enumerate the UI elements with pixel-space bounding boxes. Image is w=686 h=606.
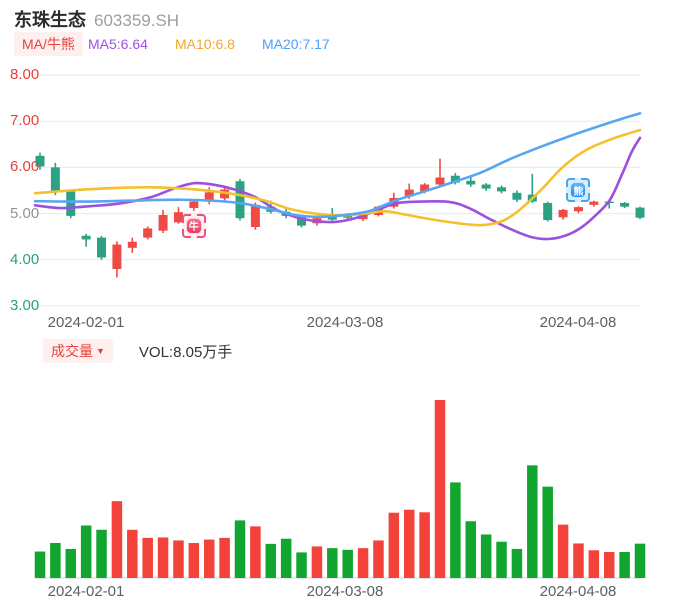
candle-body bbox=[158, 214, 168, 231]
ma-legend-row: MA/牛熊 bbox=[14, 32, 83, 56]
price-gridlines bbox=[35, 74, 640, 307]
volume-dropdown-chip[interactable]: 成交量 ▼ bbox=[43, 339, 113, 363]
price-x-axis-label: 2024-03-08 bbox=[306, 314, 384, 331]
volume-bar bbox=[327, 548, 338, 578]
volume-series bbox=[34, 400, 646, 578]
volume-bar bbox=[311, 546, 323, 578]
ma20-legend-value: MA20:7.17 bbox=[262, 36, 330, 52]
candle-body bbox=[50, 167, 60, 193]
title-row: 东珠生态 603359.SH bbox=[14, 6, 179, 32]
volume-bar bbox=[465, 521, 477, 578]
volume-bar bbox=[450, 482, 461, 578]
price-x-axis-label: 2024-02-01 bbox=[47, 314, 125, 331]
candle-body bbox=[127, 241, 137, 248]
volume-bar bbox=[157, 537, 169, 578]
y-axis-tick: 7.00 bbox=[10, 112, 40, 130]
volume-bar bbox=[96, 529, 107, 578]
volume-bar bbox=[80, 525, 92, 578]
candle-body bbox=[635, 207, 645, 218]
volume-bar bbox=[127, 529, 138, 578]
ma20-line bbox=[33, 112, 642, 219]
volume-bar bbox=[480, 534, 492, 578]
candle-body bbox=[558, 209, 568, 218]
bull-icon: 牛 bbox=[185, 217, 202, 234]
candle-body bbox=[466, 180, 476, 185]
ma-bullbear-chip[interactable]: MA/牛熊 bbox=[14, 32, 83, 56]
volume-bar bbox=[496, 541, 507, 578]
volume-bar bbox=[250, 526, 261, 578]
volume-bar bbox=[219, 537, 230, 578]
volume-bar bbox=[373, 540, 384, 578]
volume-bar bbox=[280, 538, 292, 578]
volume-bar bbox=[188, 543, 200, 578]
volume-bar bbox=[173, 540, 184, 578]
bear-icon: 熊 bbox=[570, 182, 587, 199]
volume-bar bbox=[511, 548, 523, 578]
volume-bar bbox=[419, 512, 430, 578]
candle-body bbox=[235, 181, 245, 219]
volume-bar bbox=[111, 501, 123, 578]
y-axis-tick: 6.00 bbox=[10, 158, 40, 176]
candle-body bbox=[250, 204, 260, 227]
volume-bar bbox=[388, 512, 400, 578]
stock-code: 603359.SH bbox=[94, 11, 180, 30]
candle-body bbox=[81, 235, 91, 240]
candle-body bbox=[189, 201, 199, 209]
candle-body bbox=[97, 237, 107, 258]
volume-bar bbox=[542, 486, 553, 578]
candle-body bbox=[112, 244, 122, 270]
stock-name: 东珠生态 bbox=[14, 10, 86, 30]
chart-canvas[interactable] bbox=[0, 0, 686, 606]
volume-bar bbox=[50, 543, 61, 578]
candle-body bbox=[143, 228, 153, 238]
candle-body bbox=[435, 177, 445, 185]
volume-bar bbox=[342, 549, 353, 578]
volume-bar bbox=[527, 465, 538, 578]
volume-bar bbox=[573, 543, 584, 578]
volume-bar bbox=[203, 539, 215, 578]
price-x-axis-label: 2024-04-08 bbox=[539, 314, 617, 331]
bear-signal-badge[interactable]: 熊 bbox=[566, 178, 591, 203]
volume-bar bbox=[603, 551, 615, 578]
volume-bar bbox=[65, 548, 77, 578]
candle-body bbox=[512, 192, 522, 200]
volume-bar bbox=[434, 400, 446, 578]
chevron-down-icon: ▼ bbox=[96, 345, 105, 356]
candle-body bbox=[66, 191, 76, 216]
volume-bar bbox=[557, 524, 569, 578]
volume-bar bbox=[142, 537, 153, 578]
candle-body bbox=[543, 202, 553, 221]
volume-x-axis-label: 2024-02-01 bbox=[47, 583, 125, 600]
y-axis-tick: 5.00 bbox=[10, 204, 40, 222]
candle-body bbox=[497, 187, 507, 192]
volume-bar bbox=[588, 550, 600, 578]
volume-x-axis-label: 2024-03-08 bbox=[306, 583, 384, 600]
stock-chart-app: 东珠生态 603359.SH MA/牛熊 MA5:6.64 MA10:6.8 M… bbox=[0, 0, 686, 606]
volume-bar bbox=[265, 543, 277, 578]
candle-body bbox=[481, 184, 491, 189]
ma10-legend-value: MA10:6.8 bbox=[175, 36, 235, 52]
volume-bar bbox=[357, 548, 369, 578]
volume-x-axis-label: 2024-04-08 bbox=[539, 583, 617, 600]
volume-bar bbox=[234, 520, 246, 578]
volume-legend-row: 成交量 ▼ VOL:8.05万手 bbox=[43, 339, 232, 363]
candle-body bbox=[589, 201, 599, 205]
candle-body bbox=[573, 207, 583, 212]
volume-bar bbox=[619, 551, 630, 578]
ma-bullbear-chip-label: MA/牛熊 bbox=[22, 36, 75, 52]
volume-bar bbox=[403, 509, 415, 578]
volume-chip-label: 成交量 bbox=[51, 343, 93, 359]
y-axis-tick: 8.00 bbox=[10, 66, 40, 83]
volume-bar bbox=[634, 543, 646, 578]
volume-bar bbox=[296, 552, 307, 578]
volume-readout: VOL:8.05万手 bbox=[138, 343, 233, 361]
volume-bar bbox=[34, 551, 46, 578]
bull-signal-badge[interactable]: 牛 bbox=[181, 213, 206, 238]
y-axis-tick: 4.00 bbox=[10, 250, 40, 268]
candle-body bbox=[620, 202, 630, 207]
ma5-legend-value: MA5:6.64 bbox=[88, 36, 148, 52]
y-axis-tick: 3.00 bbox=[10, 297, 40, 314]
